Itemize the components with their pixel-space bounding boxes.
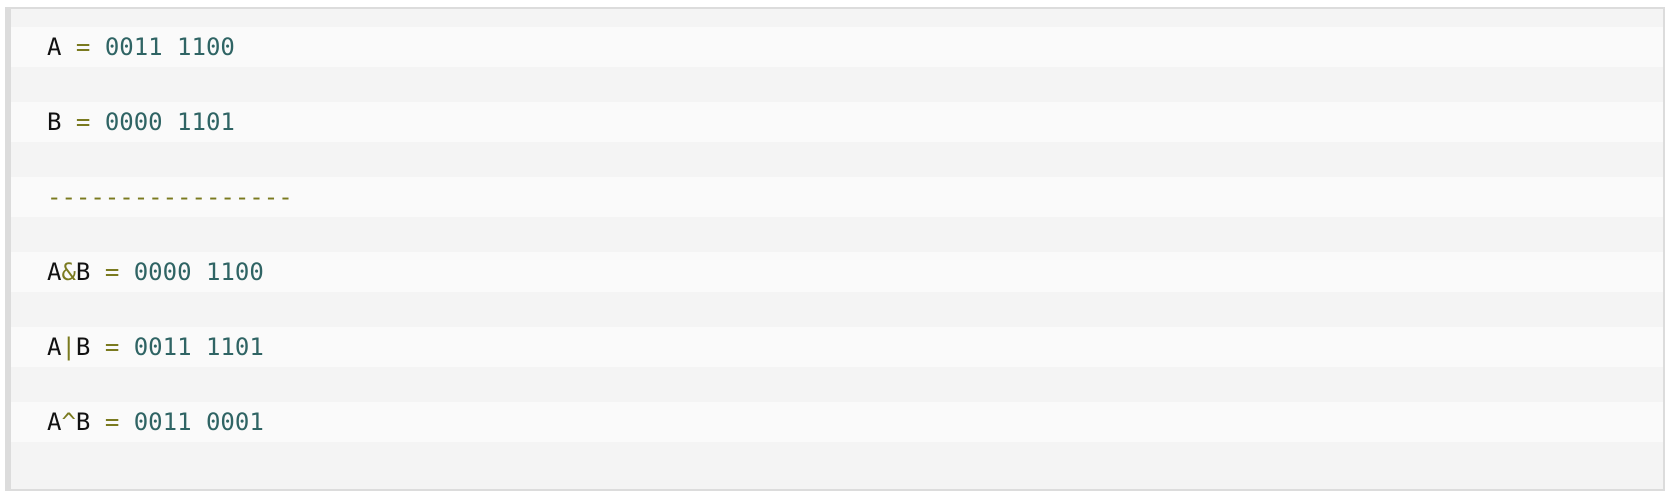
or-operator: | [61, 333, 76, 361]
operand-a: A [47, 333, 62, 361]
binary-value: 0000 1100 [133, 258, 264, 286]
binary-value: 0011 0001 [133, 408, 264, 436]
code-line-a: A = 0011 1100 [11, 27, 1663, 67]
code-line-separator: ----------------- [11, 177, 1663, 217]
equals-sign: = [75, 108, 91, 136]
equals-sign: = [104, 333, 120, 361]
operand-b: B [47, 108, 62, 136]
and-operator: & [61, 258, 76, 286]
operand-b: B [75, 408, 91, 436]
binary-value: 0011 1101 [133, 333, 264, 361]
operand-a: A [47, 258, 62, 286]
code-line-or: A|B = 0011 1101 [11, 327, 1663, 367]
separator-dashes: ----------------- [47, 183, 293, 211]
xor-operator: ^ [61, 408, 76, 436]
operand-b: B [75, 258, 91, 286]
code-line-b: B = 0000 1101 [11, 102, 1663, 142]
code-line-xor: A^B = 0011 0001 [11, 402, 1663, 442]
operand-a: A [47, 408, 62, 436]
binary-value: 0011 1100 [104, 33, 235, 61]
code-line-and: A&B = 0000 1100 [11, 252, 1663, 292]
equals-sign: = [104, 408, 120, 436]
binary-value: 0000 1101 [104, 108, 235, 136]
code-block: A = 0011 1100 B = 0000 1101 ------------… [5, 7, 1665, 491]
equals-sign: = [104, 258, 120, 286]
operand-a: A [47, 33, 62, 61]
equals-sign: = [75, 33, 91, 61]
operand-b: B [75, 333, 91, 361]
